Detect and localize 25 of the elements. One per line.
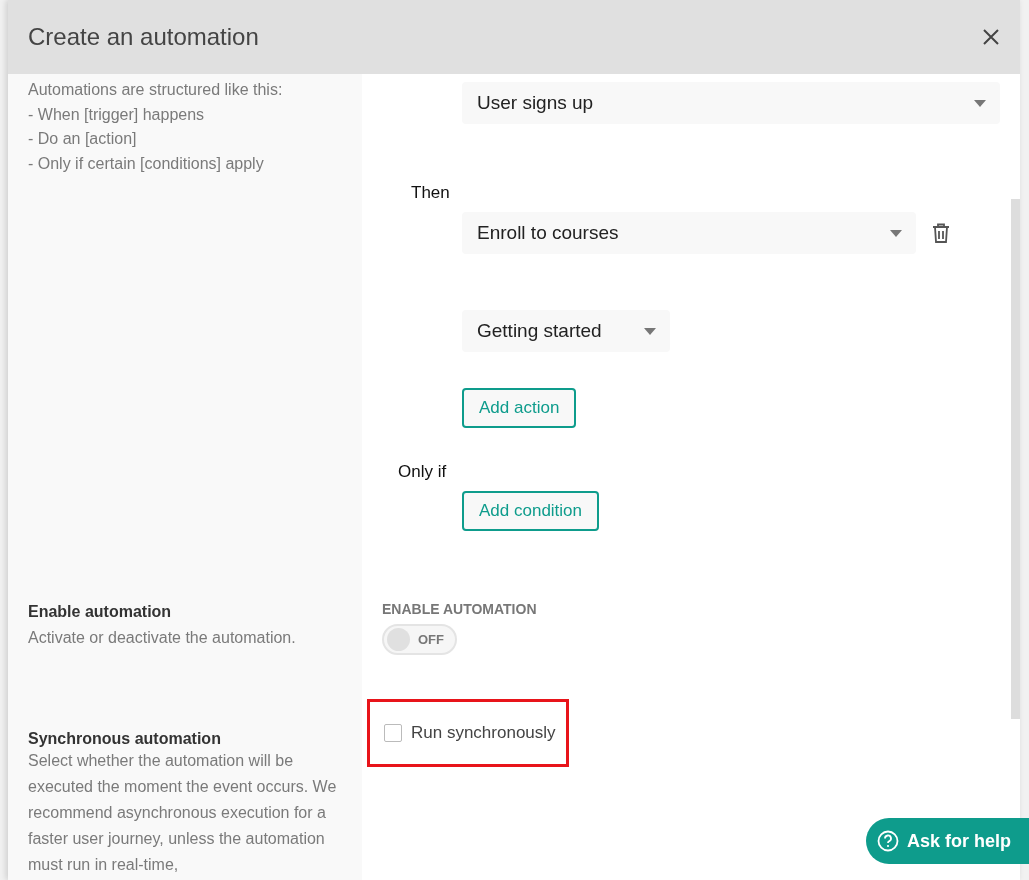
help-icon (876, 830, 899, 852)
action-dropdown[interactable]: Enroll to courses (462, 212, 916, 254)
intro-line: - When [trigger] happens (28, 104, 206, 125)
caret-icon (974, 99, 986, 107)
trash-icon[interactable] (932, 223, 950, 243)
field-label: ENABLE AUTOMATION (382, 601, 538, 617)
section-title: Synchronous automation (28, 730, 222, 748)
intro-line: - Do an [action] (28, 129, 138, 149)
dialog-title: Create an automation (28, 23, 259, 51)
section-description: Select whether the automation will be executed the moment the event occurs. We recommend asynchronous execution for a faster user journey, unless the automation must run in real-time, (28, 751, 338, 875)
section-title: Enable automation (28, 603, 173, 621)
intro-line: - Only if certain [conditions] apply (28, 153, 265, 174)
caret-icon (644, 327, 656, 335)
scrollbar[interactable] (1011, 199, 1020, 719)
course-dropdown[interactable]: Getting started (462, 310, 670, 352)
then-label: Then (411, 183, 451, 203)
close-icon[interactable] (982, 28, 1000, 46)
only-if-label: Only if (398, 462, 448, 482)
intro-line: Automations are structured like this: (28, 80, 284, 100)
toggle-switch[interactable]: OFF (382, 624, 457, 655)
trigger-dropdown[interactable]: User signs up (462, 82, 1000, 124)
checkbox-label[interactable]: Run synchronously (384, 723, 556, 743)
section-description: Activate or deactivate the automation. (28, 628, 297, 648)
caret-icon (890, 229, 902, 237)
checkbox[interactable] (384, 724, 402, 742)
